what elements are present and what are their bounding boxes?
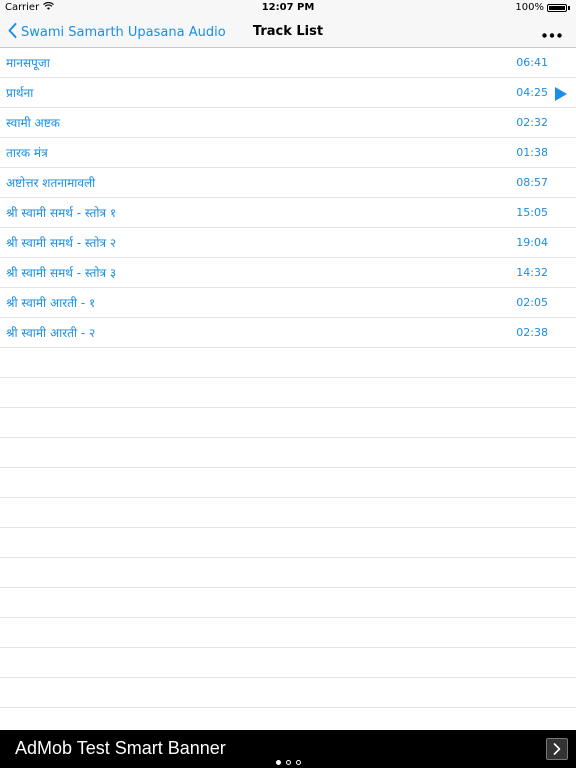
track-name: प्रार्थना — [6, 86, 34, 100]
track-row[interactable]: प्रार्थना 04:25 — [0, 78, 576, 108]
track-duration: 04:25 — [516, 86, 548, 99]
ad-open-button[interactable] — [546, 738, 568, 760]
track-row[interactable]: स्वामी अष्टक 02:32 — [0, 108, 576, 138]
track-duration: 02:32 — [516, 116, 548, 129]
more-button[interactable] — [542, 16, 562, 48]
track-duration: 06:41 — [516, 56, 548, 69]
track-name: श्री स्वामी समर्थ - स्तोत्र १ — [6, 206, 117, 220]
track-row[interactable]: श्री स्वामी आरती - २ 02:38 — [0, 318, 576, 348]
chevron-left-icon — [8, 22, 17, 42]
battery-tip — [568, 5, 570, 10]
track-duration: 01:38 — [516, 146, 548, 159]
battery-icon — [547, 3, 567, 12]
track-duration: 14:32 — [516, 266, 548, 279]
empty-row — [0, 348, 576, 378]
empty-row — [0, 708, 576, 730]
page-dot — [275, 760, 281, 765]
empty-row — [0, 648, 576, 678]
empty-row — [0, 558, 576, 588]
track-name: श्री स्वामी समर्थ - स्तोत्र २ — [6, 236, 117, 250]
track-row[interactable]: अष्टोत्तर शतनामावली 08:57 — [0, 168, 576, 198]
empty-row — [0, 498, 576, 528]
status-bar: Carrier 12:07 PM 100% — [0, 0, 576, 16]
track-row[interactable]: मानसपूजा 06:41 — [0, 48, 576, 78]
empty-row — [0, 618, 576, 648]
track-duration: 15:05 — [516, 206, 548, 219]
page-dot — [295, 760, 301, 765]
empty-row — [0, 408, 576, 438]
track-list: मानसपूजा 06:41 प्रार्थना 04:25 स्वामी अष्टक 0… — [0, 48, 576, 730]
chevron-right-icon — [553, 740, 561, 759]
track-name: अष्टोत्तर शतनामावली — [6, 176, 96, 190]
track-name: श्री स्वामी समर्थ - स्तोत्र ३ — [6, 266, 117, 280]
track-name: श्री स्वामी आरती - २ — [6, 326, 96, 340]
track-name: श्री स्वामी आरती - १ — [6, 296, 96, 310]
track-row[interactable]: श्री स्वामी समर्थ - स्तोत्र २ 19:04 — [0, 228, 576, 258]
play-indicator-icon — [555, 86, 567, 105]
back-button-label: Swami Samarth Upasana Audio — [21, 24, 226, 40]
navigation-bar: Swami Samarth Upasana Audio Track List — [0, 16, 576, 48]
battery-status: 100% — [515, 2, 570, 13]
back-button[interactable]: Swami Samarth Upasana Audio — [8, 16, 226, 48]
track-name: स्वामी अष्टक — [6, 116, 60, 130]
empty-row — [0, 678, 576, 708]
empty-row — [0, 378, 576, 408]
track-name: तारक मंत्र — [6, 146, 48, 160]
page-dot — [285, 760, 291, 765]
track-row[interactable]: श्री स्वामी समर्थ - स्तोत्र १ 15:05 — [0, 198, 576, 228]
track-row[interactable]: श्री स्वामी समर्थ - स्तोत्र ३ 14:32 — [0, 258, 576, 288]
track-duration: 19:04 — [516, 236, 548, 249]
ad-page-indicator — [0, 760, 576, 765]
empty-row — [0, 588, 576, 618]
ad-banner[interactable]: AdMob Test Smart Banner — [0, 730, 576, 768]
status-time: 12:07 PM — [261, 2, 315, 13]
track-name: मानसपूजा — [6, 56, 50, 70]
track-duration: 02:38 — [516, 326, 548, 339]
track-row[interactable]: श्री स्वामी आरती - १ 02:05 — [0, 288, 576, 318]
battery-percent: 100% — [515, 2, 544, 13]
track-row[interactable]: तारक मंत्र 01:38 — [0, 138, 576, 168]
empty-row — [0, 528, 576, 558]
empty-row — [0, 468, 576, 498]
ellipsis-icon — [542, 23, 562, 42]
empty-row — [0, 438, 576, 468]
track-duration: 08:57 — [516, 176, 548, 189]
track-duration: 02:05 — [516, 296, 548, 309]
